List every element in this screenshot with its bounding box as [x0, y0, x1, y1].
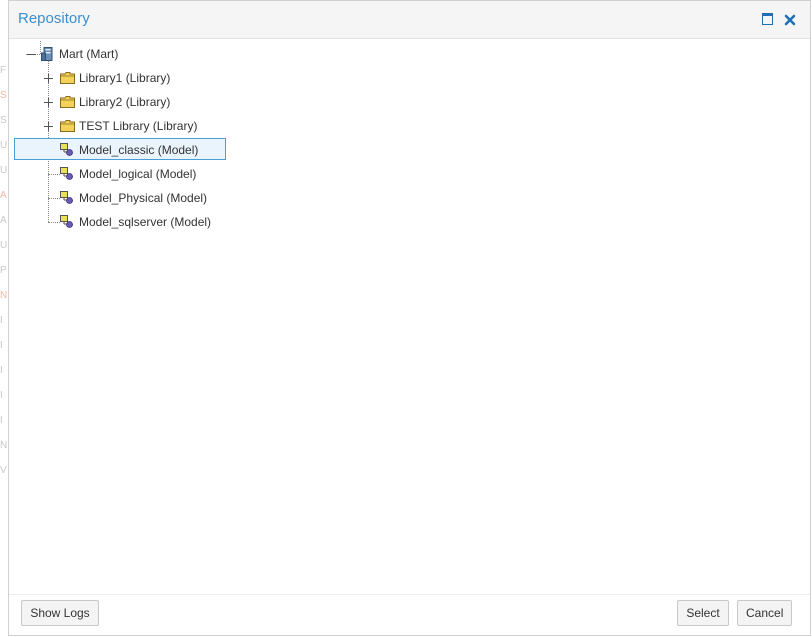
model-icon [60, 191, 73, 204]
test-library-expand-toggle[interactable] [44, 122, 53, 131]
cancel-button[interactable]: Cancel [737, 600, 792, 626]
dialog-title: Repository [18, 10, 90, 27]
dialog-footer: Show Logs Select Cancel [9, 594, 810, 635]
background-app-strip: F S S U U A A U P N I I I I I N V [0, 65, 8, 476]
dialog-titlebar: Repository [9, 1, 810, 39]
tree-node-test-library[interactable]: TEST Library (Library) [79, 119, 197, 133]
close-icon [784, 14, 796, 26]
repository-tree: Mart (Mart) Library1 (Library) Library2 … [9, 39, 810, 595]
library2-expand-toggle[interactable] [44, 98, 53, 107]
folder-icon [60, 72, 75, 84]
tree-node-mart[interactable]: Mart (Mart) [59, 47, 118, 61]
model-icon [60, 143, 73, 156]
library1-expand-toggle[interactable] [44, 74, 53, 83]
tree-node-library1[interactable]: Library1 (Library) [79, 71, 170, 85]
tree-connector [48, 198, 60, 199]
close-button[interactable] [782, 12, 798, 28]
select-button[interactable]: Select [677, 600, 729, 626]
folder-icon [60, 96, 75, 108]
folder-icon [60, 120, 75, 132]
show-logs-button[interactable]: Show Logs [21, 600, 99, 626]
repository-dialog: Repository Mart (Mart) Library1 (Library… [8, 0, 811, 636]
tree-node-library2[interactable]: Library2 (Library) [79, 95, 170, 109]
tree-node-model-logical[interactable]: Model_logical (Model) [79, 167, 196, 181]
model-icon [60, 215, 73, 228]
tree-connector [48, 174, 60, 175]
tree-node-model-physical[interactable]: Model_Physical (Model) [79, 191, 207, 205]
model-icon [60, 167, 73, 180]
maximize-button[interactable] [761, 12, 777, 28]
maximize-icon [762, 13, 773, 25]
tree-connector [48, 222, 60, 223]
tree-node-model-classic[interactable]: Model_classic (Model) [79, 143, 198, 157]
database-icon [41, 47, 53, 61]
tree-node-model-sqlserver[interactable]: Model_sqlserver (Model) [79, 215, 211, 229]
root-collapse-toggle[interactable] [27, 50, 36, 59]
